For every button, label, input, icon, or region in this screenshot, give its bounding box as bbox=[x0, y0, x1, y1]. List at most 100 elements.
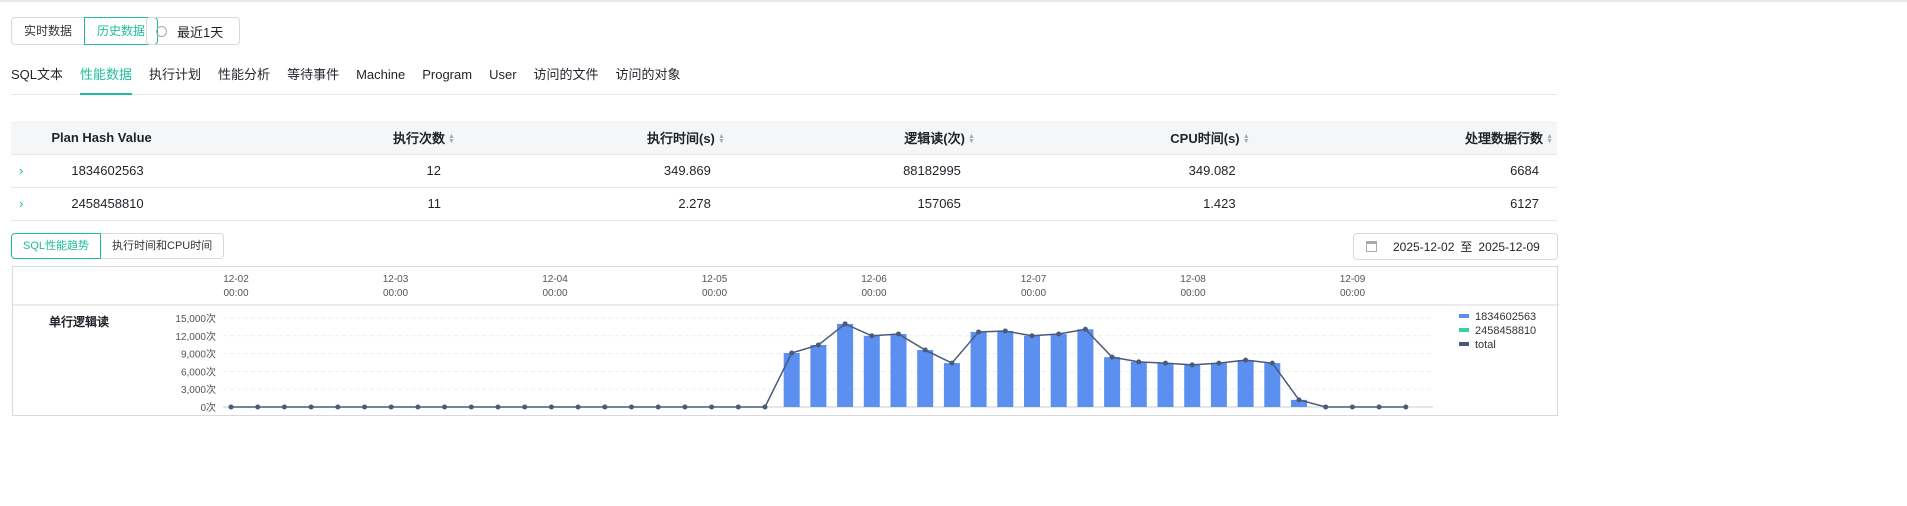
calendar-icon bbox=[1366, 241, 1377, 252]
cell: 349.869 bbox=[458, 153, 729, 188]
total-point bbox=[1216, 360, 1222, 366]
tab-2[interactable]: 执行计划 bbox=[149, 66, 201, 95]
time-tick-label: 00:00 bbox=[1340, 288, 1365, 299]
total-point bbox=[682, 404, 688, 410]
col-cpu-time[interactable]: CPU时间(s) ▲ ▼ bbox=[978, 121, 1254, 154]
total-point bbox=[335, 404, 341, 410]
cell: 157065 bbox=[728, 186, 979, 221]
time-tick-label: 00:00 bbox=[1180, 288, 1205, 299]
range-separator: 至 bbox=[1460, 240, 1473, 254]
total-point bbox=[415, 404, 421, 410]
total-point bbox=[495, 404, 501, 410]
tab-bar: SQL文本 性能数据 执行计划 性能分析 等待事件 Machine Program User 访… bbox=[11, 66, 1557, 95]
bar bbox=[1184, 364, 1201, 407]
col-exec-count[interactable]: 执行次数 ▲ ▼ bbox=[241, 121, 459, 154]
y-tick-label: 0次 bbox=[200, 401, 216, 414]
sort-icon: ▲ ▼ bbox=[1242, 133, 1250, 146]
realtime-button[interactable]: 实时数据 bbox=[11, 17, 85, 45]
total-point bbox=[1056, 331, 1062, 337]
total-point bbox=[1029, 333, 1035, 339]
tab-9[interactable]: 访问的对象 bbox=[616, 66, 681, 95]
date-range-picker[interactable]: 2025-12-02 至 2025-12-09 bbox=[1353, 233, 1558, 260]
total-point bbox=[1323, 404, 1329, 410]
total-point bbox=[1189, 362, 1195, 368]
tab-5[interactable]: Machine bbox=[356, 66, 405, 95]
bar bbox=[810, 344, 827, 407]
plan-table: Plan Hash Value 执行次数 ▲ ▼ 执行时间(s) ▲ ▼ 逻辑读(次) ▲… bbox=[11, 121, 1557, 221]
cell: 1834602563 bbox=[41, 153, 242, 188]
total-point bbox=[735, 404, 741, 410]
expand-col bbox=[11, 121, 42, 154]
time-tick-label: 12-03 bbox=[383, 274, 409, 285]
total-point bbox=[709, 404, 715, 410]
bar bbox=[1237, 360, 1254, 407]
total-point bbox=[1403, 404, 1409, 410]
col-logical-reads[interactable]: 逻辑读(次) ▲ ▼ bbox=[728, 121, 979, 154]
bar bbox=[890, 334, 907, 407]
total-point bbox=[362, 404, 367, 410]
col-plan-hash: Plan Hash Value bbox=[41, 121, 242, 154]
start-date: 2025-12-02 bbox=[1393, 239, 1455, 254]
clock-icon bbox=[156, 25, 167, 37]
col-exec-time[interactable]: 执行时间(s) ▲ ▼ bbox=[458, 121, 729, 154]
time-tick-label: 12-02 bbox=[223, 274, 249, 285]
total-point bbox=[896, 331, 901, 337]
sort-icon: ▲ ▼ bbox=[448, 133, 455, 146]
time-tick-label: 12-05 bbox=[702, 274, 728, 285]
tab-7[interactable]: User bbox=[489, 66, 516, 95]
legend-swatch bbox=[1459, 328, 1469, 332]
tab-4[interactable]: 等待事件 bbox=[287, 66, 339, 95]
cell: 6684 bbox=[1253, 153, 1557, 188]
total-point bbox=[762, 404, 768, 410]
chart-panel: 12-02 00:00 12-03 00:00 12-04 00:00 12-05 00:00… bbox=[12, 266, 1559, 416]
total-point bbox=[1002, 328, 1008, 334]
y-tick-label: 9,000次 bbox=[181, 348, 216, 361]
expand-icon[interactable]: › bbox=[11, 153, 42, 188]
total-point bbox=[869, 333, 875, 339]
tab-8[interactable]: 访问的文件 bbox=[534, 66, 599, 95]
cell: 11 bbox=[241, 186, 459, 221]
mode-toggle: 实时数据 历史数据 bbox=[11, 17, 159, 45]
time-tick-label: 00:00 bbox=[861, 288, 886, 299]
total-point bbox=[1109, 354, 1115, 360]
time-tick-label: 00:00 bbox=[383, 288, 408, 299]
bar bbox=[997, 331, 1014, 407]
tab-0[interactable]: SQL文本 bbox=[11, 66, 63, 95]
table-row[interactable]: › 1834602563 12 349.869 88182995 349.082 6684 bbox=[11, 153, 1557, 188]
bar bbox=[783, 353, 800, 407]
tab-sql-trend[interactable]: SQL性能趋势 bbox=[11, 233, 102, 259]
total-point bbox=[1082, 326, 1088, 332]
y-tick-label: 15,000次 bbox=[175, 312, 216, 325]
table-row[interactable]: › 2458458810 11 2.278 157065 1.423 6127 bbox=[11, 186, 1557, 221]
bar bbox=[837, 323, 854, 407]
chart-svg: 12-02 00:00 12-03 00:00 12-04 00:00 12-05 00:00… bbox=[13, 274, 1559, 414]
cell: 349.082 bbox=[978, 153, 1254, 188]
cell: 88182995 bbox=[728, 153, 979, 188]
cell: 2458458810 bbox=[41, 186, 242, 221]
total-point bbox=[629, 404, 634, 410]
total-point bbox=[789, 350, 795, 356]
cell: 1.423 bbox=[978, 186, 1254, 221]
total-point bbox=[1296, 397, 1302, 403]
expand-icon[interactable]: › bbox=[11, 186, 42, 221]
total-point bbox=[281, 404, 287, 410]
tab-6[interactable]: Program bbox=[422, 66, 472, 95]
bar bbox=[863, 335, 880, 407]
bar bbox=[943, 363, 960, 407]
bar bbox=[1104, 357, 1121, 407]
total-point bbox=[228, 404, 234, 410]
total-point bbox=[308, 404, 314, 410]
bar bbox=[1157, 363, 1174, 407]
total-point bbox=[842, 321, 848, 327]
tab-exec-cpu-time[interactable]: 执行时间和CPU时间 bbox=[101, 233, 225, 259]
total-point bbox=[949, 360, 955, 366]
time-tick-label: 12-04 bbox=[542, 274, 568, 285]
col-rows[interactable]: 处理数据行数 ▲ ▼ bbox=[1253, 121, 1557, 154]
total-point bbox=[1243, 357, 1249, 363]
tab-1[interactable]: 性能数据 bbox=[80, 66, 133, 95]
time-range-select[interactable]: 最近1天 bbox=[146, 17, 240, 45]
legend-item: 1834602563 bbox=[1475, 311, 1536, 323]
bar bbox=[1077, 329, 1094, 407]
tab-3[interactable]: 性能分析 bbox=[218, 66, 270, 95]
end-date: 2025-12-09 bbox=[1478, 239, 1540, 254]
